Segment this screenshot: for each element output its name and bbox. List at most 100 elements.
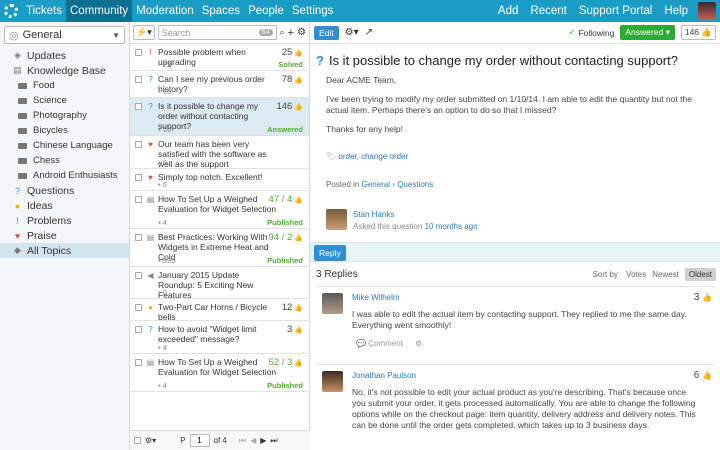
list-item-title[interactable]: Can I see my previous order history? (158, 74, 278, 94)
row-checkbox[interactable] (135, 196, 142, 203)
asker-name-link[interactable]: Stan Hanks (353, 209, 478, 221)
row-checkbox[interactable] (135, 141, 142, 148)
sidebar-item-praise[interactable]: ♥ Praise (0, 228, 129, 243)
list-item-title[interactable]: Possible problem when upgrading (158, 47, 278, 67)
row-checkbox[interactable] (135, 103, 142, 110)
sidebar-item-science[interactable]: Science (0, 93, 129, 108)
sort-votes[interactable]: Votes (626, 270, 646, 279)
list-item[interactable]: ▤ Best Practices: Working With Widgets in… (130, 229, 309, 267)
nav-help[interactable]: Help (658, 0, 694, 22)
first-page-icon[interactable]: ⏮ (239, 436, 246, 446)
comment-button[interactable]: Comment (368, 339, 403, 348)
list-item-title[interactable]: Our team has been very satisfied with th… (158, 139, 278, 169)
list-item[interactable]: ? Is it possible to change my order witho… (130, 98, 309, 136)
select-all-checkbox[interactable] (134, 437, 141, 444)
list-item-title[interactable]: How to avoid "Widget limit exceeded" mes… (158, 324, 278, 344)
nav-add[interactable]: Add (492, 0, 524, 22)
reply-author-link[interactable]: Mike Wilhelm (352, 293, 400, 302)
sidebar-item-food[interactable]: Food (0, 78, 129, 93)
asker-time-link[interactable]: 10 months ago (425, 222, 478, 231)
sidebar-item-chinese-language[interactable]: Chinese Language (0, 138, 129, 153)
share-icon[interactable]: ↗ (365, 27, 373, 38)
sidebar-item-photography[interactable]: Photography (0, 108, 129, 123)
list-item[interactable]: ● Two-Part Car Horns / Bicycle bells 12 👍 (130, 299, 309, 322)
list-item-title[interactable]: Best Practices: Working With Widgets in … (158, 232, 278, 262)
following-toggle[interactable]: ✓ Following (568, 27, 614, 38)
search-icon[interactable]: ⌕ (280, 27, 285, 38)
tags-links[interactable]: order, change order (338, 152, 408, 161)
sort-oldest[interactable]: Oldest (684, 268, 716, 281)
list-item-title[interactable]: January 2015 Update Roundup: 5 Exciting … (158, 270, 278, 300)
list-item[interactable]: ▤ How To Set Up a Weighed Evaluation for … (130, 354, 309, 392)
vote-button[interactable]: 146 👍 (680, 25, 716, 40)
quick-filter-button[interactable]: ⚡▾ (133, 25, 155, 40)
heart-icon: ♥ (148, 140, 153, 149)
list-item[interactable]: ♥ Simply top notch. Excellent! ▪ 6 (130, 169, 309, 191)
row-checkbox[interactable] (135, 234, 142, 241)
row-checkbox[interactable] (135, 272, 142, 279)
row-checkbox[interactable] (135, 49, 142, 56)
avatar[interactable] (322, 371, 343, 392)
list-item[interactable]: ▤ How To Set Up a Weighed Evaluation for … (130, 191, 309, 229)
nav-spaces[interactable]: Spaces (198, 0, 244, 22)
nav-recent[interactable]: Recent (524, 0, 572, 22)
search-input[interactable]: Search 64 (157, 25, 277, 40)
nav-tickets[interactable]: Tickets (22, 0, 66, 22)
list-item[interactable]: ? How to avoid "Widget limit exceeded" me… (130, 321, 309, 354)
row-checkbox[interactable] (135, 304, 142, 311)
edit-button[interactable]: Edit (314, 25, 339, 40)
sidebar-item-knowledge-base[interactable]: ▤ Knowledge Base (0, 63, 129, 78)
sidebar-item-all-topics[interactable]: ◆ All Topics (0, 243, 129, 258)
list-item[interactable]: ! Possible problem when upgrading ▪ 22 25 👍… (130, 44, 309, 71)
next-page-icon[interactable]: ▶ (260, 436, 266, 445)
list-item-title[interactable]: Simply top notch. Excellent! (158, 172, 278, 182)
list-item[interactable]: ◀ January 2015 Update Roundup: 5 Exciting… (130, 267, 309, 300)
nav-people[interactable]: People (244, 0, 288, 22)
list-item[interactable]: ? Can I see my previous order history? ▪ 1… (130, 71, 309, 98)
app-logo-icon[interactable] (0, 0, 22, 22)
status-answered-button[interactable]: Answered ▾ (620, 25, 675, 40)
page-label: P (180, 436, 186, 445)
add-icon[interactable]: + (288, 27, 294, 39)
list-item[interactable]: ♥ Our team has been very satisfied with t… (130, 136, 309, 169)
list-item-title[interactable]: Is it possible to change my order withou… (158, 101, 278, 131)
sidebar-item-updates[interactable]: ◈ Updates (0, 48, 129, 63)
space-selector[interactable]: ◎ General ▼ (4, 26, 125, 44)
nav-settings[interactable]: Settings (288, 0, 338, 22)
space-link[interactable]: General (362, 180, 390, 189)
sidebar-item-chess[interactable]: Chess (0, 153, 129, 168)
sort-newest[interactable]: Newest (652, 270, 679, 279)
gear-icon[interactable]: ⚙▾ (345, 27, 359, 38)
row-checkbox[interactable] (135, 359, 142, 366)
list-item-title[interactable]: How To Set Up a Weighed Evaluation for W… (158, 357, 278, 377)
nav-community[interactable]: Community (66, 0, 133, 22)
topic-type-link[interactable]: Questions (397, 180, 433, 189)
sidebar-item-problems[interactable]: ! Problems (0, 213, 129, 228)
thumbs-up-icon[interactable]: 👍 (702, 371, 712, 380)
row-checkbox[interactable] (135, 174, 142, 181)
prev-page-icon[interactable]: ◀ (250, 436, 256, 445)
nav-moderation[interactable]: Moderation (132, 0, 198, 22)
sidebar-item-android-enthusiasts[interactable]: Android Enthusiasts (0, 168, 129, 183)
sidebar-item-questions[interactable]: ? Questions (0, 183, 129, 198)
list-item-title[interactable]: Two-Part Car Horns / Bicycle bells (158, 302, 278, 322)
row-checkbox[interactable] (135, 76, 142, 83)
user-avatar[interactable] (698, 2, 716, 20)
comment-icon[interactable]: 💬 (356, 339, 366, 348)
gear-icon[interactable]: ⚙▾ (145, 436, 156, 445)
reply-button[interactable]: Reply (314, 245, 346, 261)
nav-support-portal[interactable]: Support Portal (573, 0, 659, 22)
gear-icon[interactable]: ⚙ (297, 27, 306, 38)
list-item-title[interactable]: How To Set Up a Weighed Evaluation for W… (158, 194, 278, 214)
thumbs-up-icon[interactable]: 👍 (702, 293, 712, 302)
row-checkbox[interactable] (135, 326, 142, 333)
avatar[interactable] (322, 293, 343, 314)
reply-count-value: 4 (162, 343, 167, 352)
avatar[interactable] (326, 209, 347, 230)
sidebar-item-ideas[interactable]: ● Ideas (0, 198, 129, 213)
reply-author-link[interactable]: Jonathan Paulson (352, 371, 416, 380)
last-page-icon[interactable]: ⏭ (270, 436, 277, 446)
gear-icon[interactable]: ⚙ (415, 339, 422, 348)
sidebar-item-bicycles[interactable]: Bicycles (0, 123, 129, 138)
page-input[interactable] (189, 434, 210, 447)
